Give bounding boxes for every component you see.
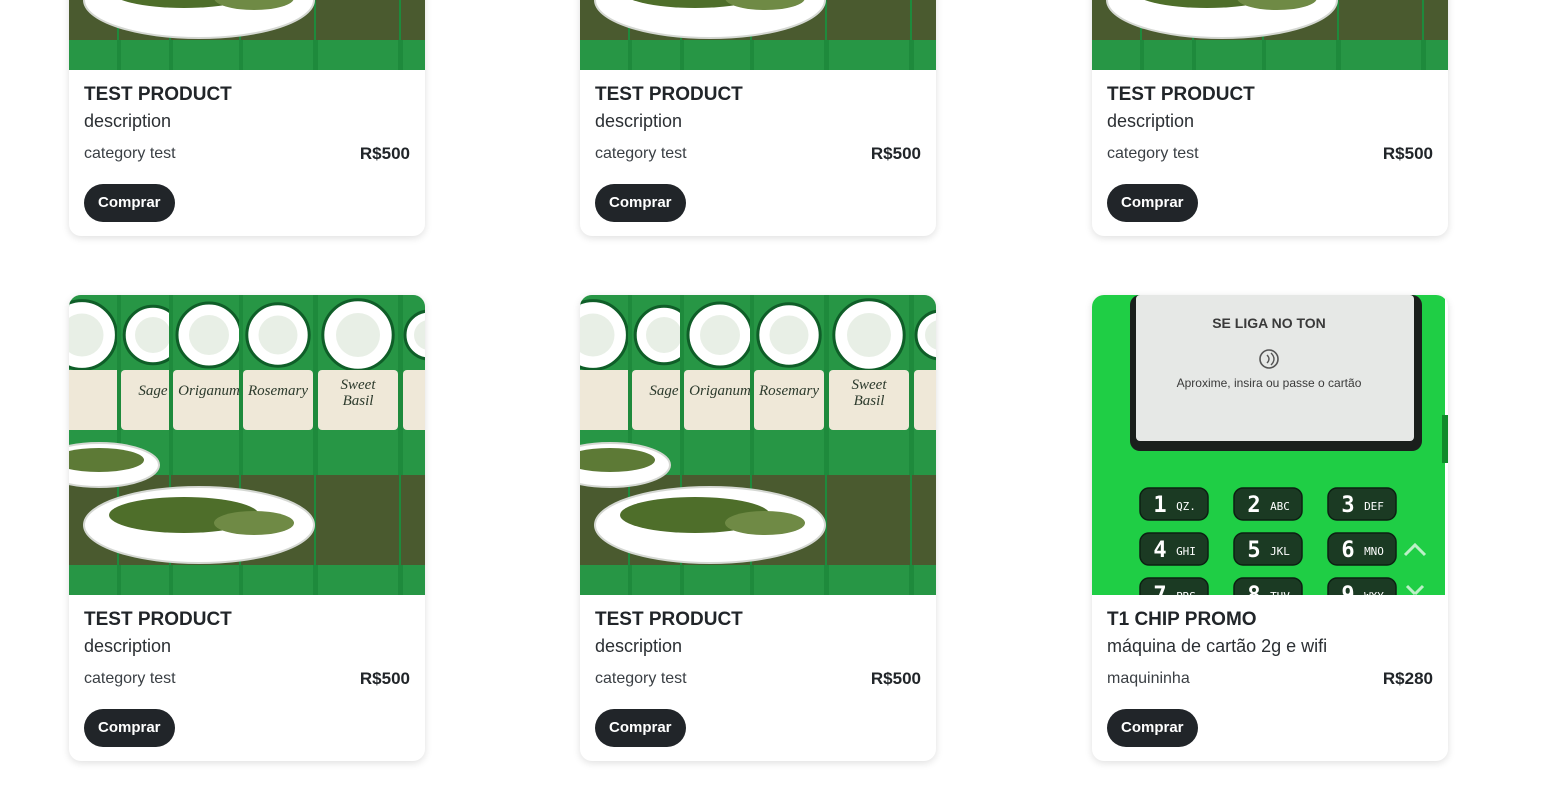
product-card: Sage Origanum Rosemary SweetBasil TEST PROD… — [69, 295, 425, 761]
svg-text:9: 9 — [1341, 583, 1354, 595]
svg-text:QZ.: QZ. — [1176, 500, 1196, 513]
product-title: TEST PRODUCT — [1107, 84, 1255, 105]
product-category: maquininha — [1107, 670, 1190, 687]
spice-jar — [910, 0, 936, 70]
buy-button[interactable]: Comprar — [595, 184, 686, 222]
buy-button[interactable]: Comprar — [1107, 709, 1198, 747]
keypad-key: 9WXY — [1327, 577, 1397, 595]
product-price: R$500 — [1382, 144, 1433, 163]
keypad-key: 2 ABC — [1233, 487, 1303, 521]
product-category: category test — [595, 145, 687, 162]
product-description: description — [1107, 111, 1195, 131]
buy-button[interactable]: Comprar — [595, 709, 686, 747]
keypad-key: 8TUV — [1233, 577, 1303, 595]
product-category: category test — [1107, 145, 1199, 162]
product-card: SE LIGA NO TON Aproxime, insira ou passe… — [1092, 295, 1448, 761]
svg-text:JKL: JKL — [1270, 545, 1290, 558]
spice-jar — [399, 0, 425, 70]
buy-button[interactable]: Comprar — [1107, 184, 1198, 222]
svg-text:5: 5 — [1247, 538, 1260, 563]
svg-text:MNO: MNO — [1364, 545, 1384, 558]
product-card: SageOriganumRosemarySweetBasil TEST PROD… — [1092, 0, 1448, 236]
spice-jar: SweetBasil — [314, 295, 402, 595]
spice-jar: SweetBasil — [825, 295, 913, 595]
buy-button[interactable]: Comprar — [84, 184, 175, 222]
product-description: description — [84, 636, 172, 656]
svg-text:1: 1 — [1153, 493, 1166, 518]
svg-text:Origanum: Origanum — [178, 383, 240, 399]
product-image: SageOriganumRosemarySweetBasil — [1092, 0, 1448, 70]
product-description: description — [595, 636, 683, 656]
product-image: SageOriganumRosemarySweetBasil — [69, 0, 425, 70]
product-title: TEST PRODUCT — [84, 84, 232, 105]
svg-text:GHI: GHI — [1176, 545, 1196, 558]
keypad-key: 5 JKL — [1233, 532, 1303, 566]
product-title: TEST PRODUCT — [595, 609, 743, 630]
spice-jar: SweetBasil — [825, 0, 913, 70]
herb-bowl — [594, 486, 826, 564]
svg-text:DEF: DEF — [1364, 500, 1384, 513]
svg-text:Sweet: Sweet — [341, 377, 377, 393]
product-card: SageOriganumRosemarySweetBasil TEST PROD… — [580, 0, 936, 236]
keypad-key: 3 DEF — [1327, 487, 1397, 521]
svg-text:Rosemary: Rosemary — [758, 383, 819, 399]
keypad-key: 6 MNO — [1327, 532, 1397, 566]
svg-text:ABC: ABC — [1270, 500, 1290, 513]
buy-button[interactable]: Comprar — [84, 709, 175, 747]
product-price: R$500 — [870, 669, 921, 688]
keypad-key: 1 QZ. — [1139, 487, 1209, 521]
product-description: description — [595, 111, 683, 131]
product-image: Sage Origanum Rosemary SweetBasil — [580, 295, 936, 595]
spice-jar — [910, 295, 936, 595]
herb-bowl — [83, 486, 315, 564]
product-category: category test — [84, 670, 176, 687]
svg-text:Basil: Basil — [343, 393, 374, 409]
product-title: T1 CHIP PROMO — [1107, 609, 1257, 630]
svg-text:Origanum: Origanum — [689, 383, 751, 399]
product-image: SageOriganumRosemarySweetBasil — [580, 0, 936, 70]
svg-text:8: 8 — [1247, 583, 1260, 595]
svg-text:Sweet: Sweet — [852, 377, 888, 393]
product-card: Sage Origanum Rosemary SweetBasil TEST PROD… — [580, 295, 936, 761]
product-price: R$500 — [359, 669, 410, 688]
svg-text:Sage: Sage — [138, 383, 168, 399]
spice-jar — [399, 295, 425, 595]
keypad-key: 4 GHI — [1139, 532, 1209, 566]
keypad-key: 7PRS — [1139, 577, 1209, 595]
svg-text:Sage: Sage — [649, 383, 679, 399]
machine-screen-title: SE LIGA NO TON — [1212, 315, 1326, 331]
spice-jar: SweetBasil — [314, 0, 402, 70]
product-title: TEST PRODUCT — [595, 84, 743, 105]
svg-text:3: 3 — [1341, 493, 1354, 518]
product-category: category test — [84, 145, 176, 162]
product-title: TEST PRODUCT — [84, 609, 232, 630]
svg-text:6: 6 — [1341, 538, 1354, 563]
svg-text:7: 7 — [1153, 583, 1166, 595]
product-description: máquina de cartão 2g e wifi — [1107, 636, 1328, 656]
keypad: 1 QZ. 2 ABC 3 DEF 4 GHI 5 JKL 6 MNO 7PRS 8TUV 9WXY — [1139, 487, 1397, 595]
svg-text:Basil: Basil — [854, 393, 885, 409]
svg-text:Rosemary: Rosemary — [247, 383, 308, 399]
machine-screen-text: Aproxime, insira ou passe o cartão — [1177, 376, 1362, 390]
spice-jar — [1422, 0, 1448, 70]
svg-text:2: 2 — [1247, 493, 1260, 518]
product-price: R$500 — [870, 144, 921, 163]
svg-text:4: 4 — [1153, 538, 1166, 563]
spice-jar: SweetBasil — [1337, 0, 1425, 70]
product-description: description — [84, 111, 172, 131]
product-price: R$500 — [359, 144, 410, 163]
product-card: SageOriganumRosemarySweetBasil TEST PROD… — [69, 0, 425, 236]
product-price: R$280 — [1382, 669, 1433, 688]
product-image: SE LIGA NO TON Aproxime, insira ou passe… — [1092, 295, 1448, 595]
product-image: Sage Origanum Rosemary SweetBasil — [69, 295, 425, 595]
product-category: category test — [595, 670, 687, 687]
